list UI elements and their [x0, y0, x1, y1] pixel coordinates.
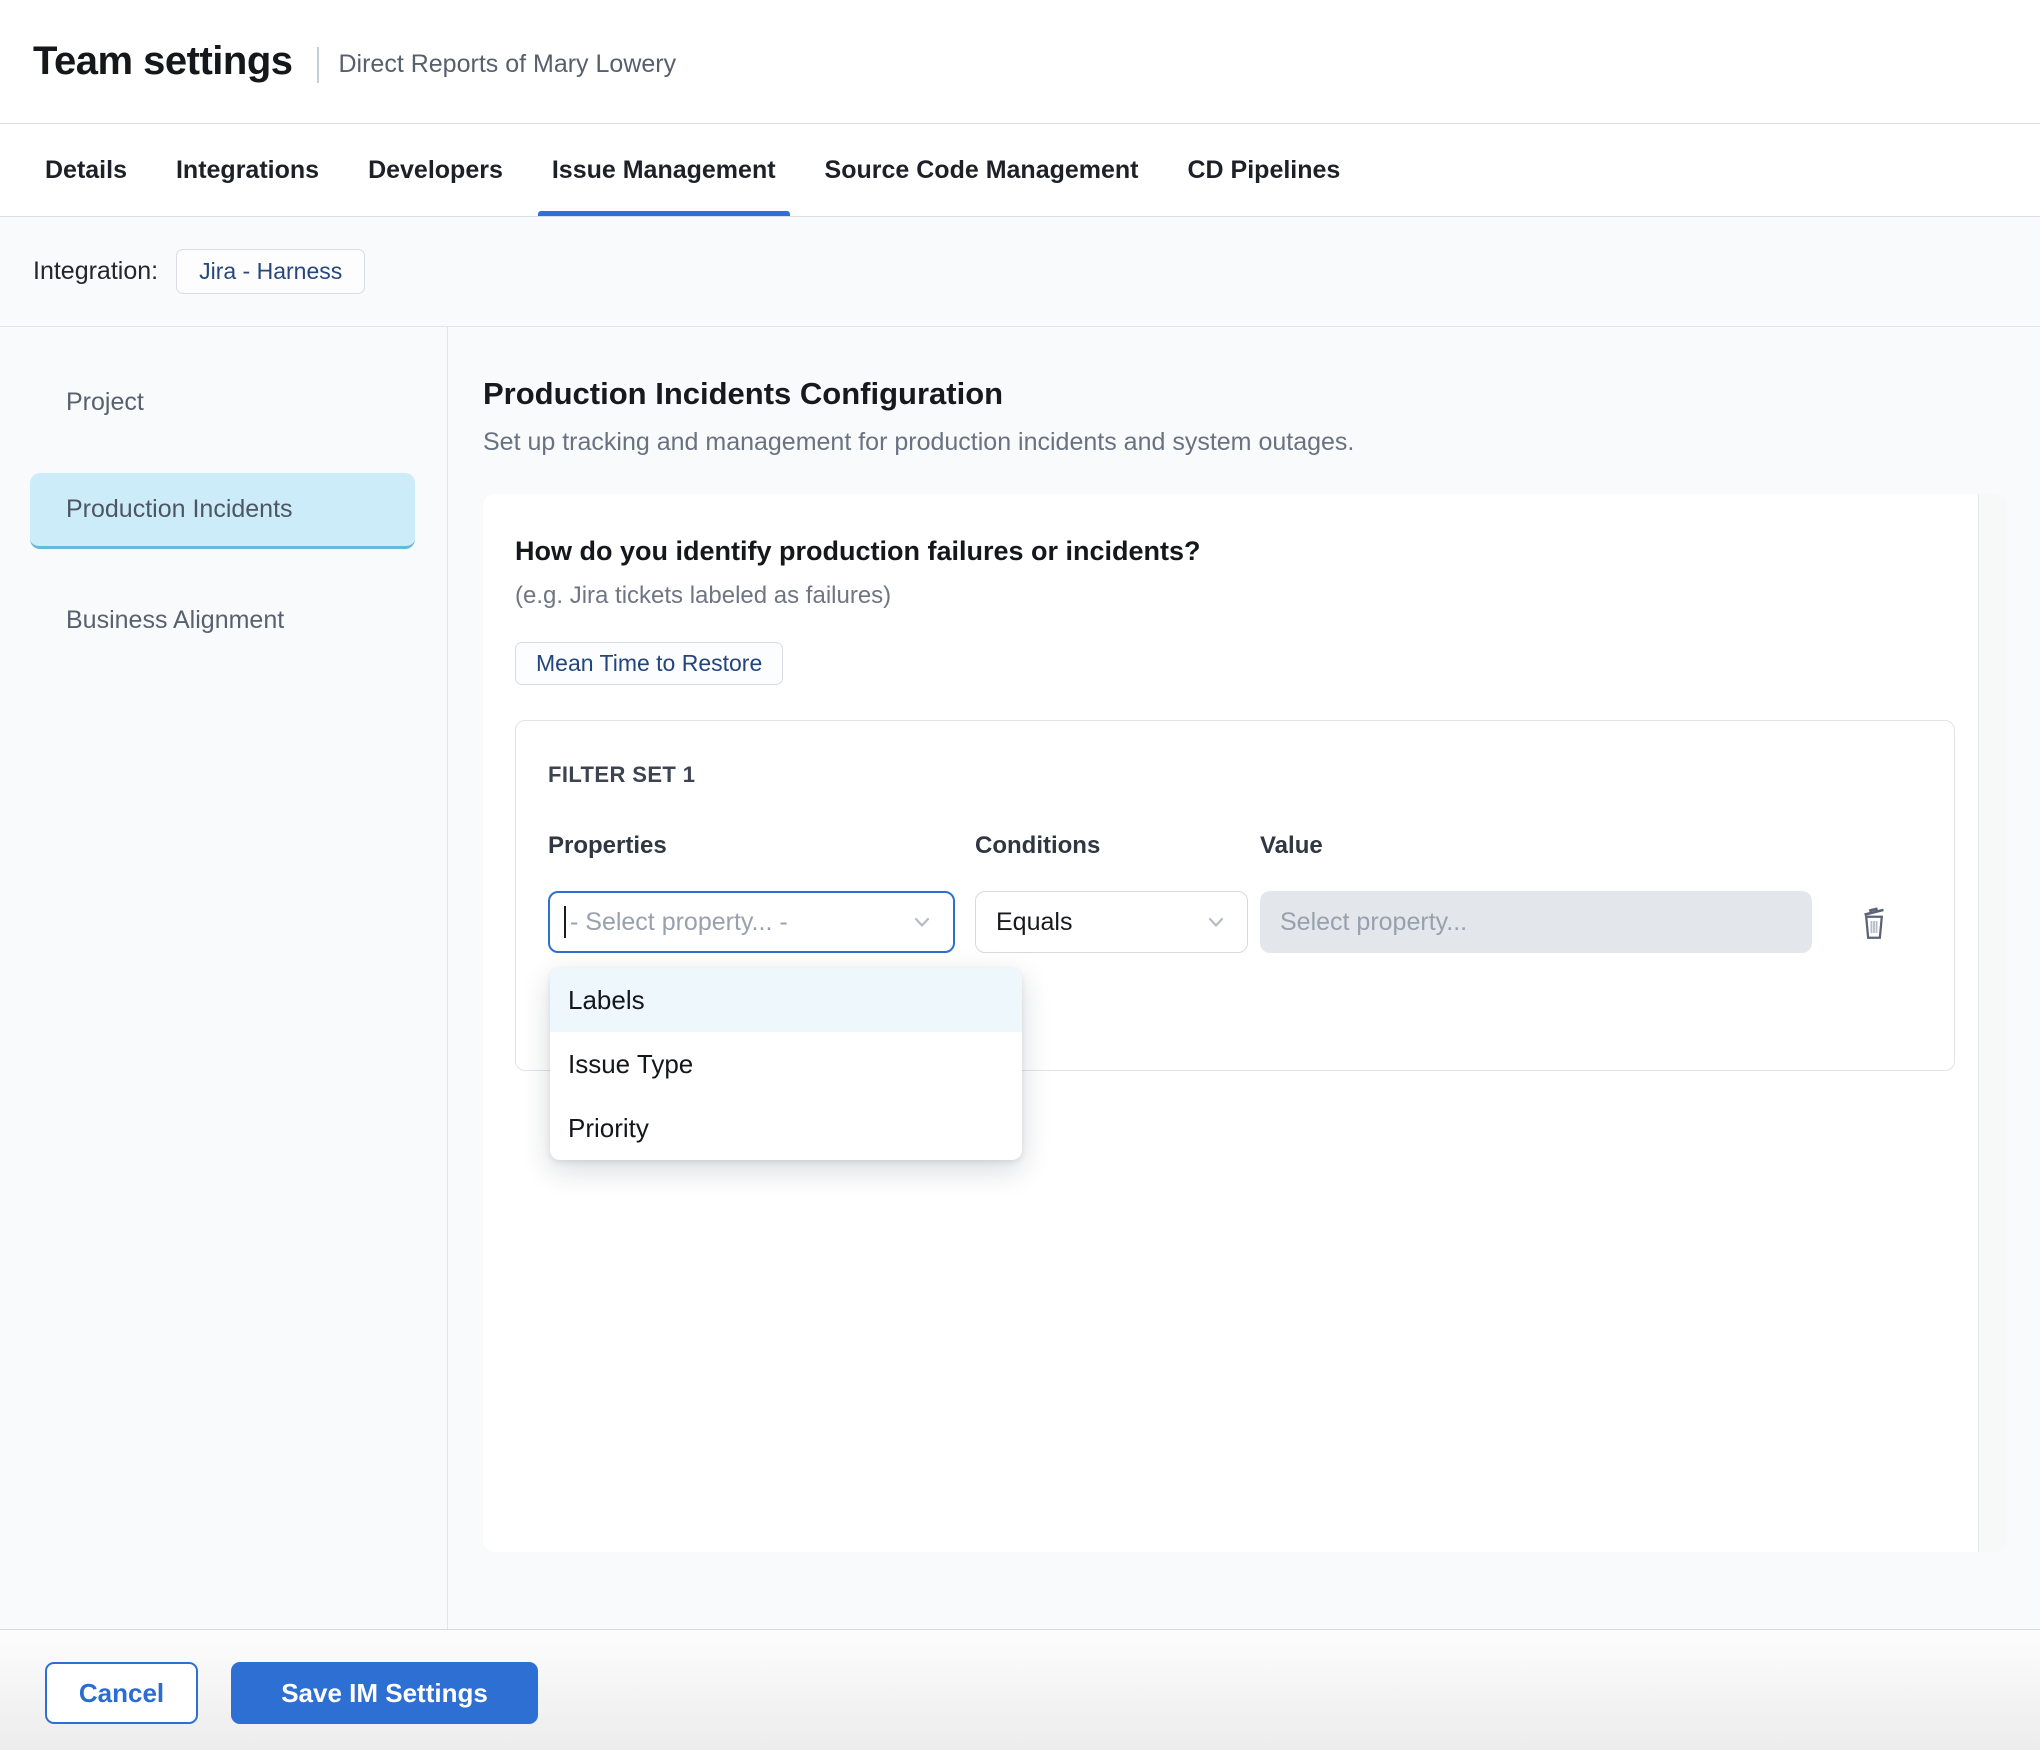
- conditions-column: Conditions Equals: [975, 832, 1248, 953]
- question-hint: (e.g. Jira tickets labeled as failures): [515, 582, 1955, 610]
- tab-cd-pipelines[interactable]: CD Pipelines: [1188, 124, 1341, 216]
- value-column-header: Value: [1260, 832, 1812, 860]
- chevron-down-icon: [1203, 909, 1229, 935]
- cancel-button[interactable]: Cancel: [45, 1662, 198, 1724]
- conditions-column-header: Conditions: [975, 832, 1248, 860]
- value-column: Value: [1260, 832, 1812, 953]
- chevron-down-icon: [909, 909, 935, 935]
- page-subtitle: Direct Reports of Mary Lowery: [339, 50, 677, 79]
- properties-column: Properties - Select property... -: [548, 832, 955, 953]
- card-scrollbar[interactable]: [1978, 494, 2007, 1552]
- delete-filter-button[interactable]: [1856, 901, 1892, 946]
- tab-details[interactable]: Details: [45, 124, 127, 216]
- title-divider: [317, 47, 319, 83]
- question-heading: How do you identify production failures …: [515, 536, 1955, 567]
- tab-developers[interactable]: Developers: [368, 124, 503, 216]
- settings-sidebar: Project Production Incidents Business Al…: [0, 327, 448, 1629]
- text-cursor: [564, 906, 566, 938]
- dropdown-option-issue-type[interactable]: Issue Type: [550, 1032, 1022, 1096]
- save-button[interactable]: Save IM Settings: [231, 1662, 538, 1724]
- dropdown-option-labels[interactable]: Labels: [550, 968, 1022, 1032]
- value-input[interactable]: [1260, 891, 1812, 953]
- team-settings-page: Team settings Direct Reports of Mary Low…: [0, 0, 2040, 1750]
- sidebar-item-business-alignment[interactable]: Business Alignment: [30, 582, 415, 658]
- page-header: Team settings Direct Reports of Mary Low…: [0, 0, 2040, 123]
- content-area: Project Production Incidents Business Al…: [0, 327, 2040, 1629]
- trash-icon: [1856, 901, 1892, 946]
- metric-tab-mean-time-to-restore[interactable]: Mean Time to Restore: [515, 642, 783, 685]
- property-dropdown-menu: Labels Issue Type Priority: [550, 968, 1022, 1160]
- sidebar-item-production-incidents[interactable]: Production Incidents: [30, 473, 415, 549]
- page-title: Team settings: [33, 39, 293, 84]
- section-title: Production Incidents Configuration: [483, 376, 2007, 412]
- tab-issue-management[interactable]: Issue Management: [552, 124, 776, 216]
- condition-select[interactable]: Equals: [975, 891, 1248, 953]
- property-select-placeholder: - Select property... -: [570, 908, 909, 937]
- tab-bar: Details Integrations Developers Issue Ma…: [0, 123, 2040, 217]
- integration-chip[interactable]: Jira - Harness: [176, 249, 365, 294]
- dropdown-option-priority[interactable]: Priority: [550, 1096, 1022, 1160]
- integration-row: Integration: Jira - Harness: [0, 217, 2040, 327]
- main-panel: Production Incidents Configuration Set u…: [448, 327, 2040, 1629]
- section-subtitle: Set up tracking and management for produ…: [483, 428, 2007, 457]
- properties-column-header: Properties: [548, 832, 955, 860]
- footer-actions: Cancel Save IM Settings: [0, 1629, 2040, 1750]
- integration-label: Integration:: [33, 257, 158, 286]
- tab-integrations[interactable]: Integrations: [176, 124, 319, 216]
- filter-row: Properties - Select property... - Condit…: [548, 832, 1954, 953]
- condition-select-value: Equals: [996, 908, 1203, 937]
- filter-set-title: FILTER SET 1: [548, 762, 1954, 788]
- sidebar-item-project[interactable]: Project: [30, 364, 415, 440]
- property-select[interactable]: - Select property... -: [548, 891, 955, 953]
- incidents-config-card: How do you identify production failures …: [483, 494, 2007, 1552]
- tab-source-code-management[interactable]: Source Code Management: [825, 124, 1139, 216]
